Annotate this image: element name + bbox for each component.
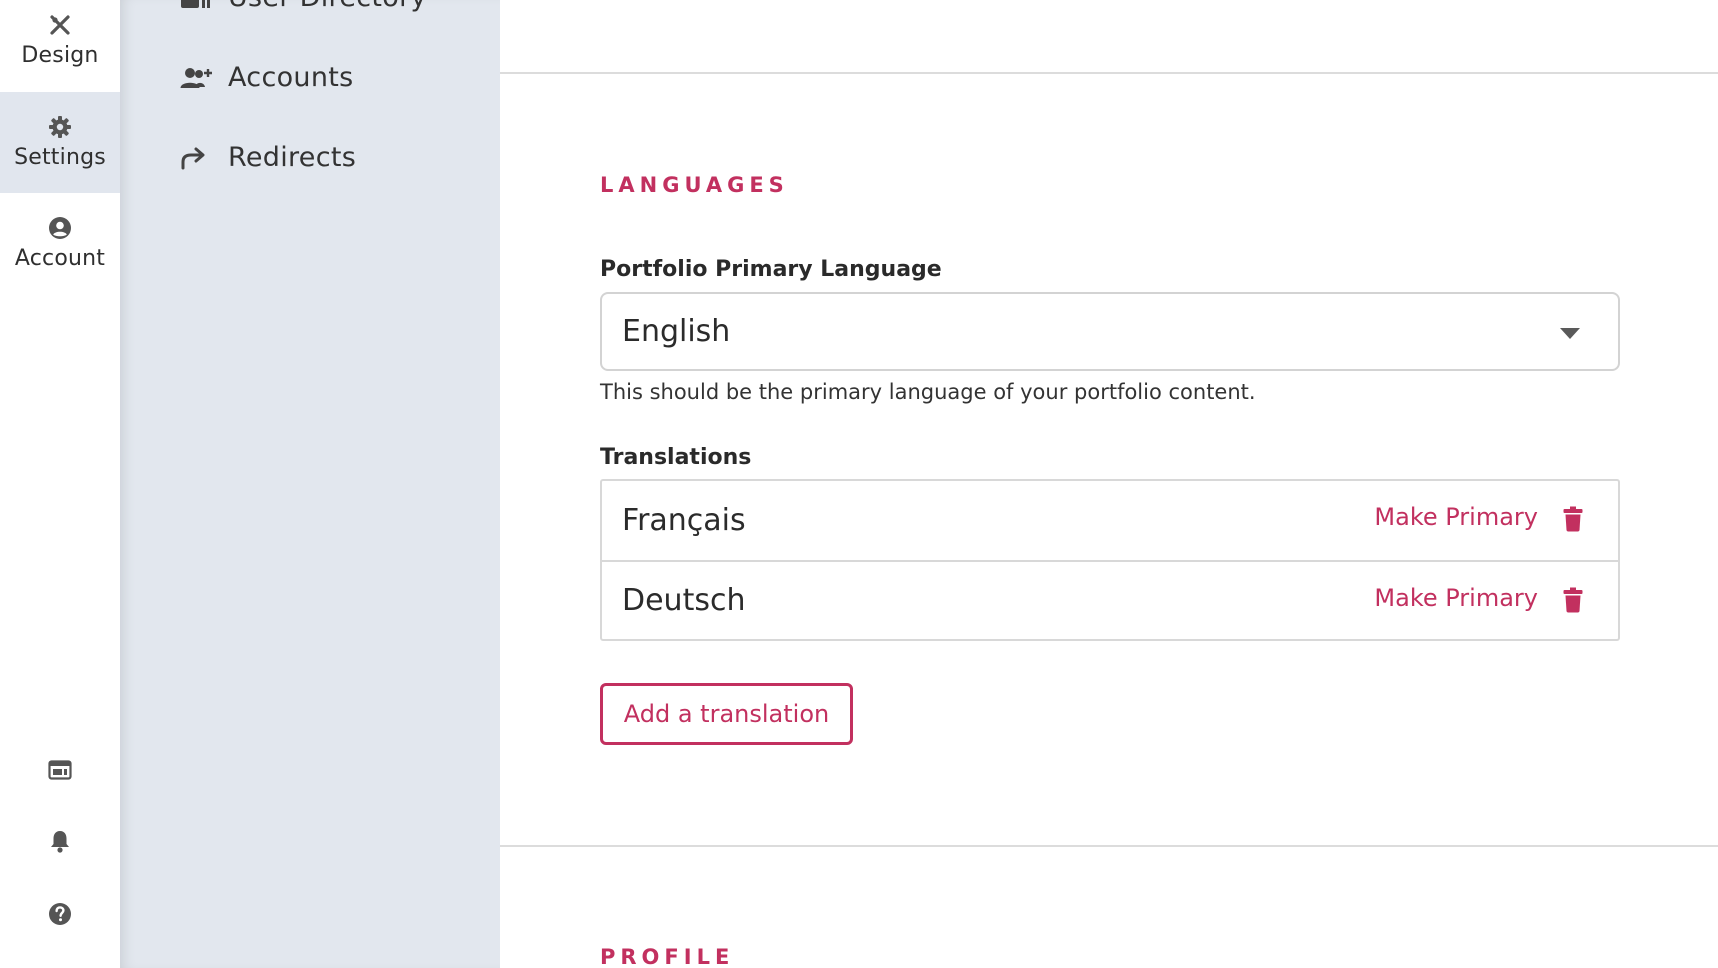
subnav-item-label: Accounts	[228, 62, 354, 93]
rail-item-label: Design	[21, 43, 99, 68]
subnav-item-label: Redirects	[228, 142, 357, 173]
notifications-button[interactable]	[0, 821, 120, 865]
add-users-icon	[180, 64, 214, 92]
subnav-item-redirects[interactable]: Redirects	[180, 142, 356, 173]
primary-language-label: Portfolio Primary Language	[600, 257, 942, 282]
make-primary-button[interactable]: Make Primary	[1374, 584, 1538, 612]
design-icon	[48, 13, 72, 37]
primary-rail: Design Settings Account	[0, 0, 120, 968]
translation-row: Deutsch Make Primary	[602, 560, 1618, 639]
account-circle-icon	[48, 216, 72, 240]
delete-translation-button[interactable]	[1562, 505, 1584, 533]
translation-row: Français Make Primary	[602, 481, 1618, 560]
primary-language-select[interactable]: English	[600, 292, 1620, 371]
delete-translation-button[interactable]	[1562, 586, 1584, 614]
subnav-item-accounts[interactable]: Accounts	[180, 62, 353, 93]
profile-section-title: PROFILE	[600, 945, 735, 968]
help-button[interactable]	[0, 894, 120, 938]
trash-icon	[1563, 506, 1583, 532]
rail-item-settings[interactable]: Settings	[0, 92, 120, 193]
redirect-arrow-icon	[180, 144, 214, 172]
section-divider	[500, 845, 1718, 847]
browser-window-button[interactable]	[0, 750, 120, 794]
user-directory-icon	[180, 0, 214, 12]
settings-subnav: User Directory Accounts Redirects	[120, 0, 500, 968]
rail-item-design[interactable]: Design	[0, 0, 120, 91]
browser-window-icon	[48, 760, 72, 784]
rail-item-account[interactable]: Account	[0, 193, 120, 294]
translations-label: Translations	[600, 445, 752, 470]
help-icon	[48, 902, 72, 930]
subnav-item-user-directory[interactable]: User Directory	[180, 0, 427, 13]
chevron-down-icon	[1560, 328, 1580, 339]
translation-name: Deutsch	[622, 583, 746, 618]
primary-language-helper: This should be the primary language of y…	[600, 380, 1256, 404]
section-divider	[500, 72, 1718, 74]
primary-language-value: English	[622, 314, 731, 349]
translations-list: Français Make Primary Deutsch Make Prima…	[600, 479, 1620, 641]
bell-icon	[49, 829, 71, 857]
subnav-item-label: User Directory	[228, 0, 427, 13]
languages-section-title: LANGUAGES	[600, 173, 789, 197]
settings-main: LANGUAGES Portfolio Primary Language Eng…	[500, 0, 1718, 968]
translation-name: Français	[622, 503, 746, 538]
trash-icon	[1563, 587, 1583, 613]
rail-item-label: Settings	[14, 145, 106, 170]
make-primary-button[interactable]: Make Primary	[1374, 503, 1538, 531]
gear-icon	[48, 115, 72, 139]
add-translation-button[interactable]: Add a translation	[600, 683, 853, 745]
rail-item-label: Account	[14, 246, 106, 271]
